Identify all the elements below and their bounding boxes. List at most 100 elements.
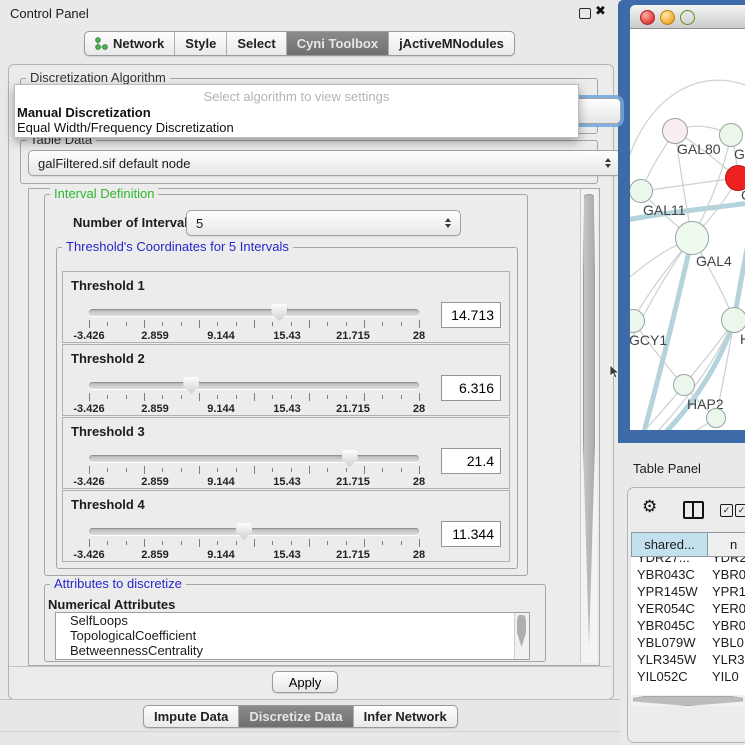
table-row[interactable]: YBR045CYBR0 — [631, 617, 745, 634]
network-node[interactable] — [630, 179, 653, 203]
tab-select[interactable]: Select — [227, 32, 286, 55]
list-scrollbar[interactable] — [514, 613, 529, 659]
tab-discretize-data[interactable]: Discretize Data — [239, 706, 353, 727]
network-icon — [95, 37, 108, 50]
network-node[interactable] — [673, 374, 695, 396]
threshold-1-slider[interactable]: -3.426 2.859 9.144 15.43 21.715 28 — [89, 307, 419, 341]
slider-tick-labels: -3.426 2.859 9.144 15.43 21.715 28 — [89, 549, 419, 561]
threshold-3-value-field[interactable] — [441, 448, 501, 474]
threshold-4-slider[interactable]: -3.426 2.859 9.144 15.43 21.715 28 — [89, 526, 419, 560]
close-traffic-light-icon[interactable] — [640, 10, 655, 25]
select-checks-icon[interactable]: ✓ — [735, 504, 745, 517]
slider-tick-labels: -3.426 2.859 9.144 15.43 21.715 28 — [89, 330, 419, 342]
application-window: Control Panel ✖ Network Style Select Cyn… — [0, 0, 745, 745]
network-node[interactable] — [719, 123, 743, 147]
table-header: shared... n — [631, 532, 745, 557]
select-checks-icon[interactable]: ✓ — [720, 504, 733, 517]
table-row[interactable]: YER054CYER0 — [631, 600, 745, 617]
network-node-label: GAL80 — [677, 141, 721, 157]
list-item[interactable]: TopologicalCoefficient — [56, 628, 529, 643]
slider-tick-labels: -3.426 2.859 9.144 15.43 21.715 28 — [89, 476, 419, 488]
threshold-2-slider[interactable]: -3.426 2.859 9.144 15.43 21.715 28 — [89, 380, 419, 414]
column-header-shared-name[interactable]: shared... — [631, 532, 708, 557]
table-data-combobox[interactable]: galFiltered.sif default node — [28, 150, 621, 176]
scrollbar-thumb[interactable] — [517, 615, 526, 647]
slider-track[interactable] — [89, 528, 419, 535]
tab-infer-network[interactable]: Infer Network — [354, 706, 457, 727]
split-columns-icon[interactable] — [683, 501, 704, 519]
minimize-traffic-light-icon[interactable] — [660, 10, 675, 25]
threshold-3-slider[interactable]: -3.426 2.859 9.144 15.43 21.715 28 — [89, 453, 419, 487]
network-node[interactable] — [706, 408, 726, 428]
numerical-attributes-list[interactable]: SelfLoops TopologicalCoefficient Between… — [55, 612, 530, 660]
interval-definition-title: Interval Definition — [50, 187, 158, 201]
threshold-1-panel: Threshold 1 -3.426 2.859 9.144 15.43 21.… — [62, 271, 510, 343]
table-panel-title: Table Panel — [633, 461, 701, 476]
table-row[interactable]: YBL079WYBL0 — [631, 634, 745, 651]
column-header-name[interactable]: n — [707, 532, 745, 557]
tab-network[interactable]: Network — [85, 32, 175, 55]
table-row[interactable]: YLR345WYLR3 — [631, 651, 745, 668]
slider-thumb[interactable] — [183, 377, 199, 394]
slider-thumb[interactable] — [271, 304, 287, 321]
slider-ticks — [89, 466, 419, 475]
threshold-4-value-field[interactable] — [441, 521, 501, 547]
threshold-2-value-field[interactable] — [441, 375, 501, 401]
network-node-label: GCY1 — [630, 332, 667, 348]
table-horizontal-scrollbar[interactable] — [631, 695, 745, 706]
threshold-4-label: Threshold 4 — [71, 497, 145, 512]
attributes-group-title: Attributes to discretize — [50, 577, 186, 591]
settings-vertical-scrollbar[interactable] — [580, 189, 597, 663]
table-row[interactable]: YBR043CYBR0 — [631, 566, 745, 583]
apply-button[interactable]: Apply — [272, 671, 338, 693]
slider-thumb[interactable] — [236, 523, 252, 540]
close-icon[interactable]: ✖ — [595, 4, 606, 19]
slider-track[interactable] — [89, 382, 419, 389]
network-node[interactable] — [721, 307, 745, 333]
table-settings-gear-icon[interactable]: ⚙ — [642, 497, 657, 517]
network-node[interactable] — [675, 221, 709, 255]
cyni-mode-tabs: Impute Data Discretize Data Infer Networ… — [143, 705, 458, 728]
algorithm-dropdown-popup: Select algorithm to view settings Manual… — [14, 84, 579, 138]
float-window-icon[interactable] — [579, 8, 591, 19]
slider-tick-labels: -3.426 2.859 9.144 15.43 21.715 28 — [89, 403, 419, 415]
network-node-label: H — [740, 331, 745, 347]
threshold-3-label: Threshold 3 — [71, 424, 145, 439]
slider-thumb[interactable] — [342, 450, 358, 467]
network-node-label: GAL11 — [643, 202, 686, 218]
thresholds-group-title: Threshold's Coordinates for 5 Intervals — [62, 240, 293, 254]
algorithm-hint: Select algorithm to view settings — [15, 89, 578, 104]
network-canvas[interactable]: GAL80GACGAL11GAL4GCY1HHAP2 — [630, 29, 745, 430]
table-row[interactable]: YPR145WYPR1 — [631, 583, 745, 600]
slider-track[interactable] — [89, 455, 419, 462]
threshold-2-panel: Threshold 2 -3.426 2.859 9.144 15.43 21.… — [62, 344, 510, 416]
slider-ticks — [89, 539, 419, 548]
slider-ticks — [89, 320, 419, 329]
zoom-traffic-light-icon[interactable] — [680, 10, 695, 25]
list-item[interactable]: BetweennessCentrality — [56, 643, 529, 658]
tab-jactivemnodules[interactable]: jActiveMNodules — [389, 32, 514, 55]
scrollbar-thumb[interactable] — [633, 696, 743, 706]
list-item[interactable]: SelfLoops — [56, 613, 529, 628]
algorithm-option-manual[interactable]: Manual Discretization — [17, 105, 576, 120]
table-panel: ⚙ ✓ ✓ YDL19...YDL1 YDR27...YDR2 YBR043CY… — [627, 487, 745, 743]
slider-track[interactable] — [89, 309, 419, 316]
divider — [0, 731, 620, 732]
tab-impute-data[interactable]: Impute Data — [144, 706, 239, 727]
scrollbar-thumb[interactable] — [583, 194, 595, 646]
algorithm-group-title: Discretization Algorithm — [26, 71, 170, 85]
number-of-intervals-combobox[interactable]: 5 — [186, 210, 461, 236]
network-view-window[interactable]: GAL80GACGAL11GAL4GCY1HHAP2 — [618, 0, 745, 443]
table-data-selected: galFiltered.sif default node — [38, 156, 190, 171]
tab-style[interactable]: Style — [175, 32, 227, 55]
numerical-attributes-label: Numerical Attributes — [48, 597, 175, 612]
divider — [9, 666, 611, 667]
table-row[interactable]: YIL052CYIL0 — [631, 668, 745, 685]
intervals-value: 5 — [196, 216, 203, 231]
control-panel-tabs: Network Style Select Cyni Toolbox jActiv… — [84, 31, 515, 56]
threshold-1-value-field[interactable] — [441, 302, 501, 328]
tab-cyni-toolbox[interactable]: Cyni Toolbox — [287, 32, 389, 55]
combo-stepper-icon — [605, 158, 611, 168]
network-window-titlebar[interactable] — [630, 5, 745, 29]
algorithm-option-equal-width[interactable]: Equal Width/Frequency Discretization — [17, 120, 576, 135]
